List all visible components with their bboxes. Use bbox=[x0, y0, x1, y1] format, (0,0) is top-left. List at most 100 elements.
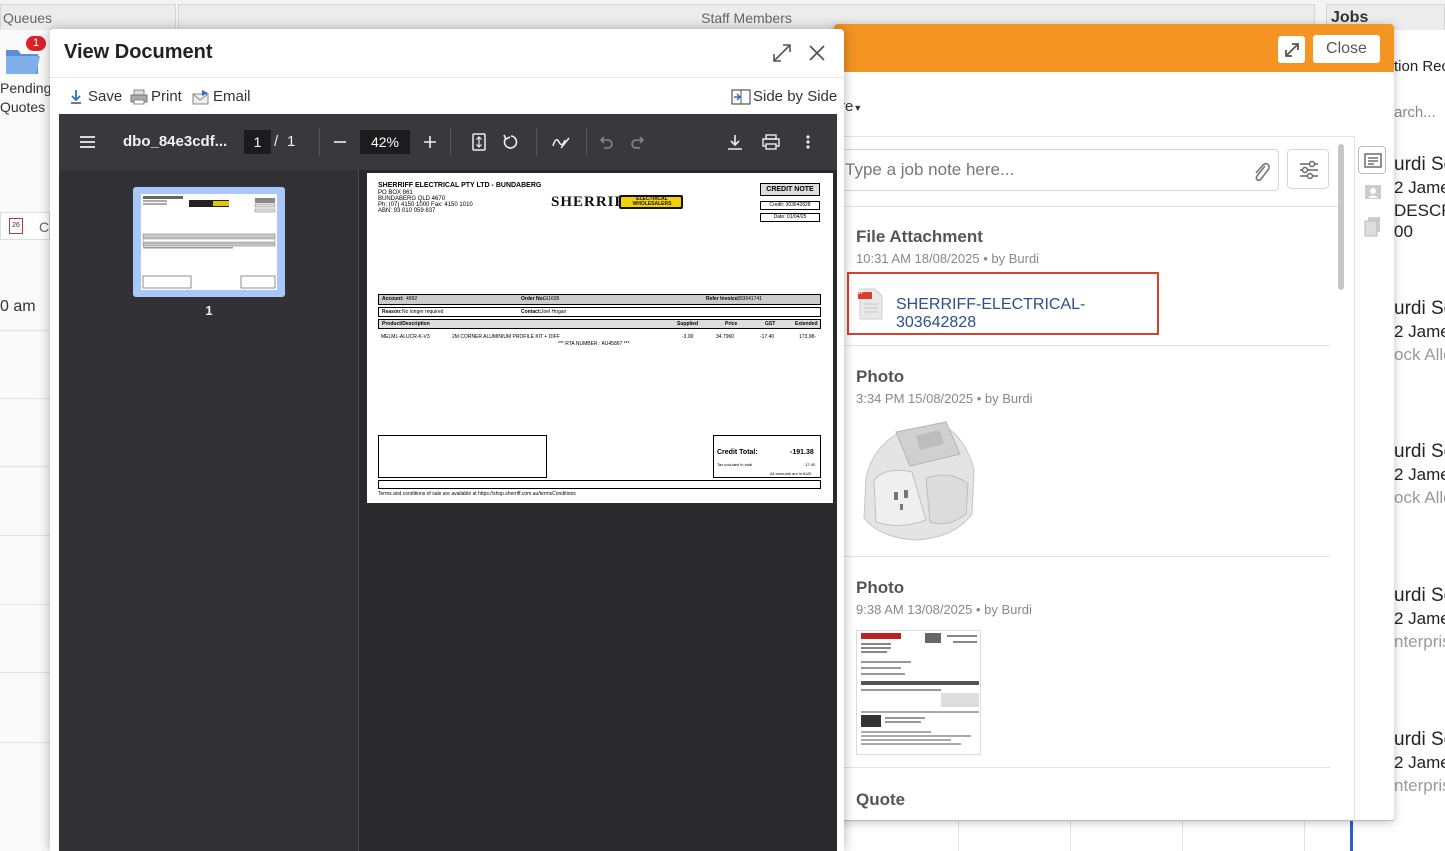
close-icon[interactable] bbox=[808, 44, 826, 62]
fit-page-button[interactable] bbox=[468, 130, 490, 154]
rotate-button[interactable] bbox=[499, 130, 523, 154]
documents-icon[interactable] bbox=[1363, 216, 1383, 238]
job-card-line: ock Allo bbox=[1394, 345, 1445, 364]
photo-thumbnail-outlet[interactable] bbox=[856, 418, 980, 542]
scrollbar-thumb[interactable] bbox=[1338, 144, 1344, 290]
pending-quotes-button[interactable]: 1 Pending Quotes bbox=[0, 36, 52, 120]
job-card-line: 2 James bbox=[1394, 609, 1445, 628]
filter-settings-button[interactable] bbox=[1287, 149, 1329, 189]
doc-cell: MELML-ALUCR-K-V3 bbox=[381, 334, 430, 340]
thumbnail-preview bbox=[141, 194, 277, 290]
time-label: 0 am bbox=[0, 298, 36, 315]
save-label: Save bbox=[88, 88, 123, 105]
job-note-placeholder: Type a job note here... bbox=[845, 160, 1015, 179]
calendar-icon: 26 bbox=[9, 218, 23, 234]
pdf-menu-button[interactable] bbox=[79, 130, 97, 154]
job-note-input[interactable]: Type a job note here... bbox=[842, 149, 1279, 191]
job-card-title[interactable]: urdi Sc bbox=[1394, 441, 1445, 463]
doc-type: CREDIT NOTE bbox=[760, 183, 820, 196]
background-left-column bbox=[0, 30, 50, 851]
doc-label: Account: bbox=[382, 296, 404, 302]
paperclip-icon[interactable] bbox=[1251, 158, 1271, 184]
doc-value: No longer required bbox=[402, 309, 444, 315]
print-label: Print bbox=[151, 88, 182, 105]
expand-icon bbox=[1284, 42, 1299, 57]
divider bbox=[844, 767, 1330, 768]
divider bbox=[844, 556, 1330, 557]
doc-currency-note: All amounts are in AUD bbox=[770, 471, 812, 476]
doc-header: Supplied bbox=[677, 321, 699, 327]
photo-thumbnail-invoice[interactable] bbox=[856, 630, 981, 755]
entry-title: Photo bbox=[856, 367, 905, 386]
doc-value: 4992 bbox=[406, 296, 418, 302]
expand-button[interactable] bbox=[1278, 36, 1305, 63]
job-card-title[interactable]: urdi Sc bbox=[1394, 154, 1445, 176]
expand-icon[interactable] bbox=[773, 44, 791, 62]
doc-cell: 2M CORNER ALUMINIUM PROFILE KIT + DIFF bbox=[452, 334, 560, 340]
job-card-title[interactable]: urdi Sc bbox=[1394, 298, 1445, 320]
toolbar-divider bbox=[586, 128, 587, 156]
zoom-in-button[interactable] bbox=[419, 130, 441, 154]
caret-down-icon: ▼ bbox=[853, 103, 863, 113]
doc-abn: ABN: 93 010 059 837 bbox=[378, 208, 436, 214]
jobs-search[interactable]: arch... bbox=[1394, 104, 1445, 121]
draw-button[interactable] bbox=[549, 130, 573, 154]
pending-label-1: Pending bbox=[0, 80, 52, 96]
tab-queues[interactable]: Queues bbox=[0, 4, 176, 30]
doc-header: Price bbox=[725, 321, 738, 327]
zoom-select[interactable]: 42% bbox=[360, 130, 410, 154]
zoom-out-button[interactable] bbox=[329, 130, 351, 154]
pending-label-2: Quotes bbox=[0, 99, 46, 115]
pdf-print-button[interactable] bbox=[759, 130, 783, 154]
doc-header: Product/Description bbox=[382, 321, 430, 327]
email-label: Email bbox=[213, 88, 251, 105]
entry-meta: 10:31 AM 18/08/2025 • by Burdi bbox=[856, 251, 1040, 266]
job-card-line: 00 bbox=[1394, 222, 1413, 241]
close-button[interactable]: Close bbox=[1313, 35, 1380, 63]
entry-title: File Attachment bbox=[856, 227, 983, 246]
jobs-column: tion Rec arch... urdi Sc 2 James DESCR 0… bbox=[1394, 30, 1445, 851]
sherriff-logo: SHERRIFF ELECTRICAL WHOLESALERS bbox=[551, 194, 683, 210]
doc-credit-number: Credit: 303642828 bbox=[760, 201, 820, 210]
doc-company: SHERRIFF ELECTRICAL PTY LTD - BUNDABERG bbox=[378, 182, 542, 189]
email-button[interactable]: Email bbox=[192, 78, 251, 115]
more-options-button[interactable] bbox=[797, 130, 819, 154]
divider bbox=[834, 206, 1339, 207]
pdf-toolbar: dbo_84e3cdf... 1 / 1 42% bbox=[59, 114, 837, 170]
page-number-input[interactable]: 1 bbox=[244, 130, 271, 154]
doc-cell: 173.98- bbox=[799, 334, 816, 340]
page-thumbnail[interactable] bbox=[133, 187, 285, 297]
job-card-line: 2 James bbox=[1394, 322, 1445, 341]
toolbar-divider bbox=[450, 128, 451, 156]
doc-terms: Terms and conditions of sale are availab… bbox=[378, 491, 576, 497]
toolbar-divider bbox=[319, 128, 320, 156]
entry-meta: 3:34 PM 15/08/2025 • by Burdi bbox=[856, 391, 1033, 406]
save-button[interactable]: Save bbox=[68, 78, 122, 115]
doc-label: Refer Invoice: bbox=[706, 296, 740, 302]
file-link[interactable]: SHERRIFF-ELECTRICAL-303642828 bbox=[896, 296, 1157, 332]
job-card-title[interactable]: urdi Sc bbox=[1394, 729, 1445, 751]
doc-cell: -17.40 bbox=[760, 334, 775, 340]
file-attachment-item[interactable]: PDF SHERRIFF-ELECTRICAL-303642828 bbox=[847, 272, 1159, 335]
job-card-title[interactable]: urdi Sc bbox=[1394, 585, 1445, 607]
print-button[interactable]: Print bbox=[130, 78, 182, 115]
tab-staff-label: Staff Members bbox=[701, 9, 792, 26]
undo-button[interactable] bbox=[595, 130, 617, 154]
minus-icon bbox=[334, 141, 346, 143]
tab-queues-label: Queues bbox=[3, 10, 53, 26]
notes-icon bbox=[1364, 153, 1382, 168]
calendar-tab[interactable]: 26 Ca bbox=[0, 212, 57, 240]
page-separator: / bbox=[274, 133, 279, 150]
side-by-side-icon bbox=[731, 88, 751, 105]
redo-button[interactable] bbox=[627, 130, 649, 154]
doc-label: Reason: bbox=[382, 309, 402, 315]
download-button[interactable] bbox=[724, 130, 746, 154]
job-card-line: ock Allo bbox=[1394, 488, 1445, 507]
calendar-footer bbox=[834, 820, 1394, 851]
job-card-line: 2 James bbox=[1394, 178, 1445, 197]
pdf-badge: PDF bbox=[852, 290, 864, 296]
thumbnail-page-number: 1 bbox=[205, 303, 213, 318]
contact-card-icon[interactable] bbox=[1363, 182, 1383, 202]
side-by-side-button[interactable]: Side by Side bbox=[731, 78, 837, 115]
notes-view-button[interactable] bbox=[1358, 146, 1386, 174]
